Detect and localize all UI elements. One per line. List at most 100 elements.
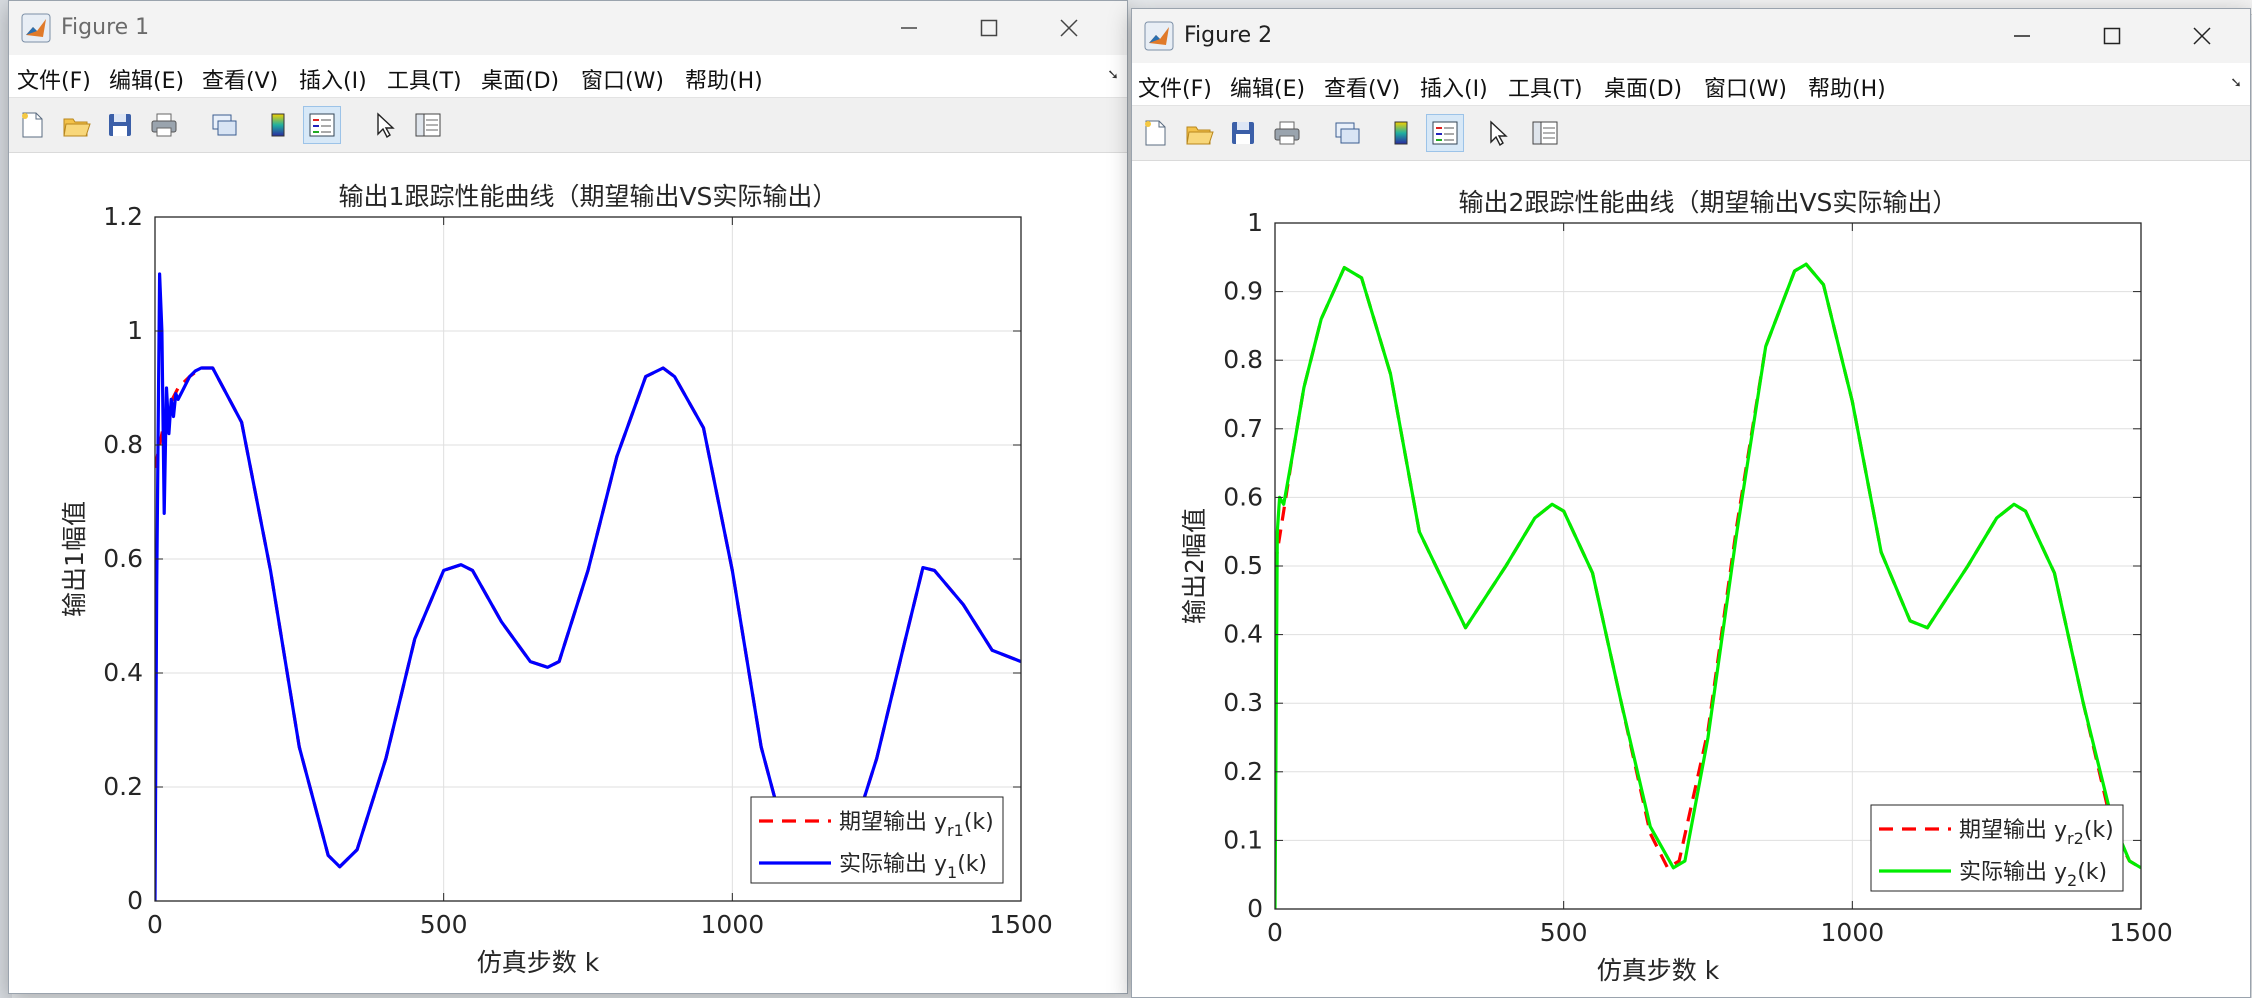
link-plot-icon — [1335, 122, 1360, 144]
title-bar[interactable]: Figure 1 — [9, 1, 1127, 55]
new-figure-button[interactable] — [13, 106, 51, 144]
x-tick-label: 1500 — [989, 910, 1053, 939]
open-file-button[interactable] — [1180, 114, 1218, 152]
legend-subscript: r2 — [2067, 829, 2084, 848]
x-tick-label: 0 — [147, 910, 163, 939]
menu-help[interactable]: 帮助(H) — [685, 63, 763, 95]
open-folder-icon — [63, 118, 91, 137]
menu-file[interactable]: 文件(F) — [17, 63, 91, 95]
menu-window[interactable]: 窗口(W) — [1704, 71, 1787, 103]
legend-main-text: 实际输出 y — [1959, 860, 2067, 885]
open-file-button[interactable] — [57, 106, 95, 144]
figure-window-1[interactable]: Figure 1 文件(F) 编辑(E) 查看(V) 插入(I) 工具(T) 桌… — [8, 0, 1128, 994]
plot-axes-2[interactable]: 输出2跟踪性能曲线（期望输出VS实际输出） 仿真步数 k 输出2幅值 0 500 1… — [1132, 161, 2250, 997]
window-title: Figure 1 — [61, 15, 150, 40]
legend-main-text: 期望输出 y — [1959, 818, 2067, 843]
colorbar-icon — [271, 113, 285, 137]
legend-tail-text: (k) — [2084, 818, 2114, 843]
colorbar-button[interactable] — [1382, 114, 1420, 152]
legend-main-text: 实际输出 y — [839, 852, 947, 877]
y-axis-label: 输出1幅值 — [60, 501, 89, 617]
minimize-button[interactable] — [1992, 13, 2052, 59]
menu-view[interactable]: 查看(V) — [202, 63, 278, 95]
colorbar-button[interactable] — [259, 106, 297, 144]
dock-arrow-icon[interactable]: ➘ — [1107, 67, 1119, 83]
new-figure-button[interactable] — [1136, 114, 1174, 152]
x-tick-label: 1500 — [2109, 918, 2173, 947]
menu-bar: 文件(F) 编辑(E) 查看(V) 插入(I) 工具(T) 桌面(D) 窗口(W… — [1132, 63, 2250, 106]
y-tick-label: 1 — [1247, 208, 1263, 237]
legend-button[interactable] — [303, 106, 341, 144]
colorbar-icon — [1394, 121, 1408, 145]
edit-plot-button[interactable] — [1478, 114, 1516, 152]
menu-insert[interactable]: 插入(I) — [299, 63, 367, 95]
new-file-icon — [1145, 120, 1166, 146]
y-tick-label: 0.6 — [1223, 482, 1263, 511]
x-tick-label: 500 — [420, 910, 468, 939]
legend-tail-text: (k) — [957, 852, 987, 877]
legend-subscript: 2 — [2067, 871, 2077, 890]
toolbar — [1132, 106, 2250, 161]
print-button[interactable] — [145, 106, 183, 144]
close-icon — [2193, 27, 2211, 45]
save-button[interactable] — [1224, 114, 1262, 152]
menu-desktop[interactable]: 桌面(D) — [481, 63, 559, 95]
link-plot-button[interactable] — [1328, 114, 1366, 152]
open-folder-icon — [1186, 126, 1214, 145]
toolbar — [9, 98, 1127, 153]
property-inspector-button[interactable] — [1526, 114, 1564, 152]
dock-arrow-icon[interactable]: ➘ — [2230, 75, 2242, 91]
x-axis-label: 仿真步数 k — [477, 948, 600, 977]
menu-tools[interactable]: 工具(T) — [387, 63, 462, 95]
y-tick-label: 0.4 — [103, 658, 143, 687]
print-button[interactable] — [1268, 114, 1306, 152]
y-tick-label: 0.8 — [103, 430, 143, 459]
menu-file[interactable]: 文件(F) — [1138, 71, 1212, 103]
print-icon — [151, 113, 177, 137]
new-file-icon — [22, 112, 43, 138]
legend-subscript: r1 — [947, 821, 964, 840]
property-inspector-icon — [415, 113, 441, 137]
y-tick-label: 0.9 — [1223, 277, 1263, 306]
figure-window-2[interactable]: Figure 2 文件(F) 编辑(E) 查看(V) 插入(I) 工具(T) 桌… — [1131, 8, 2251, 998]
x-tick-label: 500 — [1540, 918, 1588, 947]
link-plot-button[interactable] — [205, 106, 243, 144]
plot-title: 输出2跟踪性能曲线（期望输出VS实际输出） — [1459, 188, 1958, 217]
x-axis-label: 仿真步数 k — [1597, 956, 1720, 985]
minimize-button[interactable] — [879, 5, 939, 51]
y-tick-label: 0 — [1247, 894, 1263, 923]
minimize-icon — [901, 27, 917, 29]
maximize-icon — [980, 19, 998, 37]
menu-desktop[interactable]: 桌面(D) — [1604, 71, 1682, 103]
property-inspector-button[interactable] — [409, 106, 447, 144]
maximize-button[interactable] — [959, 5, 1019, 51]
pointer-arrow-icon — [377, 112, 395, 139]
legend-tail-text: (k) — [2077, 860, 2107, 885]
menu-window[interactable]: 窗口(W) — [581, 63, 664, 95]
legend: 期望输出 yr2(k)实际输出 y2(k) — [1870, 804, 2124, 892]
minimize-icon — [2014, 35, 2030, 37]
title-bar[interactable]: Figure 2 — [1132, 9, 2250, 63]
menu-view[interactable]: 查看(V) — [1324, 71, 1400, 103]
link-plot-icon — [212, 114, 237, 136]
menu-edit[interactable]: 编辑(E) — [1230, 71, 1305, 103]
menu-insert[interactable]: 插入(I) — [1420, 71, 1488, 103]
maximize-button[interactable] — [2082, 13, 2142, 59]
close-button[interactable] — [1039, 5, 1099, 51]
menu-bar: 文件(F) 编辑(E) 查看(V) 插入(I) 工具(T) 桌面(D) 窗口(W… — [9, 55, 1127, 98]
y-axis-label: 输出2幅值 — [1180, 508, 1209, 624]
figure-canvas[interactable]: 输出2跟踪性能曲线（期望输出VS实际输出） 仿真步数 k 输出2幅值 0 500 1… — [1132, 161, 2250, 997]
y-tick-label: 1 — [127, 316, 143, 345]
legend: 期望输出 yr1(k)实际输出 y1(k) — [750, 796, 1004, 884]
figure-canvas[interactable]: 输出1跟踪性能曲线（期望输出VS实际输出） 仿真步数 k 输出1幅值 0 500 1… — [9, 153, 1127, 993]
menu-help[interactable]: 帮助(H) — [1808, 71, 1886, 103]
save-button[interactable] — [101, 106, 139, 144]
edit-plot-button[interactable] — [365, 106, 403, 144]
legend-button[interactable] — [1426, 114, 1464, 152]
plot-axes-1[interactable]: 输出1跟踪性能曲线（期望输出VS实际输出） 仿真步数 k 输出1幅值 0 500 1… — [9, 153, 1127, 993]
menu-tools[interactable]: 工具(T) — [1508, 71, 1583, 103]
menu-edit[interactable]: 编辑(E) — [109, 63, 184, 95]
plot-title: 输出1跟踪性能曲线（期望输出VS实际输出） — [339, 182, 838, 211]
close-button[interactable] — [2172, 13, 2232, 59]
save-icon — [109, 114, 131, 136]
